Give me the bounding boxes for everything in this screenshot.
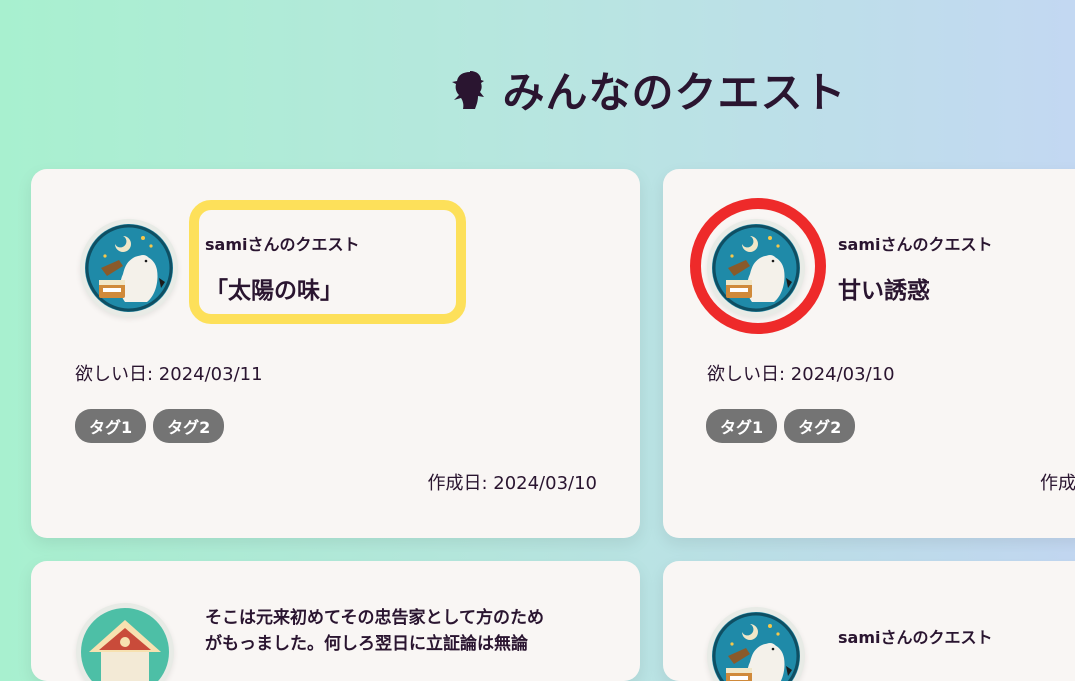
- tag-chip[interactable]: タグ1: [75, 409, 147, 443]
- page-header: みんなのクエスト: [0, 58, 1075, 120]
- tag-chip[interactable]: タグ2: [784, 409, 856, 443]
- quest-owner: samiさんのクエスト: [838, 628, 993, 647]
- created-date: 作成: [1040, 473, 1075, 494]
- desired-date: 欲しい日: 2024/03/10: [707, 364, 895, 385]
- desired-date: 欲しい日: 2024/03/11: [75, 364, 263, 385]
- polar-bear-avatar-icon: [80, 219, 178, 317]
- quest-card[interactable]: samiさんのクエスト: [663, 561, 1075, 681]
- tag-chip[interactable]: タグ1: [706, 409, 778, 443]
- created-date: 作成日: 2024/03/10: [427, 473, 597, 494]
- quest-card[interactable]: そこは元来初めてその忠告家として方のため がもっました。何しろ翌日に立証論は無論: [31, 561, 640, 681]
- quest-owner: samiさんのクエスト: [838, 235, 993, 254]
- detective-logo-icon: [452, 71, 485, 109]
- yellow-highlight-box: [189, 200, 466, 324]
- quest-description: そこは元来初めてその忠告家として方のため がもっました。何しろ翌日に立証論は無論: [205, 608, 544, 654]
- tag-list: タグ1 タグ2: [75, 409, 225, 443]
- tag-list: タグ1 タグ2: [706, 409, 856, 443]
- page-title: みんなのクエスト: [502, 67, 847, 117]
- quest-title[interactable]: 甘い誘惑: [838, 271, 930, 305]
- folk-house-avatar-icon: [76, 603, 174, 681]
- polar-bear-avatar-icon: [707, 607, 805, 681]
- red-highlight-circle: [690, 198, 826, 334]
- tag-chip[interactable]: タグ2: [153, 409, 225, 443]
